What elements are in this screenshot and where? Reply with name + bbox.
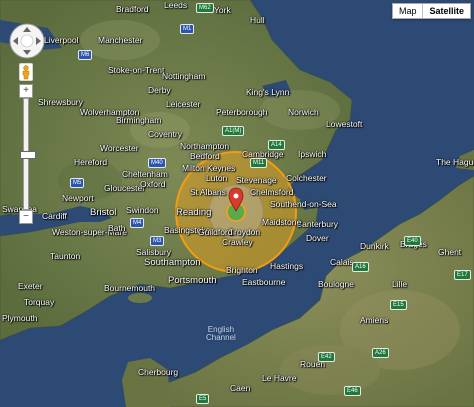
label-boulogne: Boulogne xyxy=(318,279,354,289)
label-cheltenham: Cheltenham xyxy=(122,169,168,179)
label-liverpool: Liverpool xyxy=(44,35,79,45)
label-swindon: Swindon xyxy=(126,205,159,215)
zoom-in-button[interactable]: + xyxy=(19,84,33,98)
plus-icon: + xyxy=(23,85,29,96)
label-cardiff: Cardiff xyxy=(42,211,67,221)
label-ghent: Ghent xyxy=(438,247,462,257)
label-shrewsbury: Shrewsbury xyxy=(38,97,83,107)
label-stoke: Stoke-on-Trent xyxy=(108,65,165,75)
label-lille: Lille xyxy=(392,279,408,289)
label-newport: Newport xyxy=(62,193,94,203)
label-plymouth: Plymouth xyxy=(2,313,38,323)
road-shield-m4: M4 xyxy=(130,218,145,228)
map-type-map-button[interactable]: Map xyxy=(392,4,424,18)
road-shield-m6: M6 xyxy=(78,50,93,60)
label-milton-keynes: Milton Keynes xyxy=(182,163,236,173)
label-english-channel: English Channel xyxy=(206,325,236,343)
label-maidstone: Maidstone xyxy=(262,217,302,227)
label-portsmouth: Portsmouth xyxy=(168,275,217,286)
label-lowestoft: Lowestoft xyxy=(326,119,363,129)
label-southend: Southend-on-Sea xyxy=(270,199,337,209)
label-dover: Dover xyxy=(306,233,329,243)
road-shield-a14: A14 xyxy=(268,140,285,150)
label-caen: Caen xyxy=(230,383,251,393)
pan-arrows-icon[interactable] xyxy=(8,22,46,60)
label-guildford: Guildford xyxy=(198,227,233,237)
label-leeds: Leeds xyxy=(164,0,188,10)
road-shield-m3: M3 xyxy=(150,236,165,246)
label-birmingham: Birmingham xyxy=(116,115,162,125)
label-the-hague: The Hague xyxy=(436,157,474,167)
road-shield-m1: M1 xyxy=(180,24,195,34)
road-shield-m11: M11 xyxy=(250,158,268,168)
label-worcester: Worcester xyxy=(100,143,139,153)
road-shield-m40: M40 xyxy=(148,158,166,168)
road-shield-m5: M5 xyxy=(70,178,85,188)
label-bedford: Bedford xyxy=(190,151,220,161)
map-type-satellite-button[interactable]: Satellite xyxy=(423,4,470,18)
label-nottingham: Nottingham xyxy=(162,71,206,81)
road-shield-e40: E40 xyxy=(404,236,421,246)
label-hull: Hull xyxy=(250,15,265,25)
label-exeter: Exeter xyxy=(18,281,43,291)
road-shield-a1m: A1(M) xyxy=(222,126,245,136)
label-salisbury: Salisbury xyxy=(136,247,171,257)
label-ipswich: Ipswich xyxy=(298,149,327,159)
label-gloucester: Gloucester xyxy=(104,183,146,193)
road-shield-e5: E5 xyxy=(196,394,210,404)
road-shield-e46: E46 xyxy=(344,386,361,396)
label-oxford: Oxford xyxy=(140,179,166,189)
label-derby: Derby xyxy=(148,85,171,95)
label-bournemouth: Bournemouth xyxy=(104,283,156,293)
satellite-imagery xyxy=(0,0,474,407)
label-bristol: Bristol xyxy=(90,207,117,218)
label-reading: Reading xyxy=(176,207,212,218)
road-shield-a26: A26 xyxy=(372,348,389,358)
label-calais: Calais xyxy=(330,257,354,267)
road-shield-m62: M62 xyxy=(196,3,214,13)
label-crawley: Crawley xyxy=(222,237,253,247)
map-canvas[interactable]: Leeds Bradford York Hull Liverpool Manch… xyxy=(0,0,474,407)
label-canterbury: Canterbury xyxy=(296,219,339,229)
minus-icon: − xyxy=(23,211,29,222)
label-stevenage: Stevenage xyxy=(236,175,277,185)
label-norwich: Norwich xyxy=(288,107,319,117)
label-bradford: Bradford xyxy=(116,4,149,14)
road-shield-a16: A16 xyxy=(352,262,369,272)
label-brighton: Brighton xyxy=(226,265,258,275)
road-shield-e17: E17 xyxy=(454,270,471,280)
label-peterborough: Peterborough xyxy=(216,107,268,117)
label-cherbourg: Cherbourg xyxy=(138,367,179,377)
label-hastings: Hastings xyxy=(270,261,304,271)
label-amiens: Amiens xyxy=(360,315,389,325)
label-northampton: Northampton xyxy=(180,141,230,151)
label-torquay: Torquay xyxy=(24,297,55,307)
label-southampton: Southampton xyxy=(144,257,201,268)
label-coventry: Coventry xyxy=(148,129,183,139)
label-eastbourne: Eastbourne xyxy=(242,277,286,287)
street-view-pegman-icon[interactable] xyxy=(19,63,33,81)
label-york: York xyxy=(214,5,231,15)
zoom-out-button[interactable]: − xyxy=(19,210,33,224)
label-bath: Bath xyxy=(108,223,126,233)
label-manchester: Manchester xyxy=(98,35,143,45)
road-shield-e15: E15 xyxy=(390,300,407,310)
isle-of-wight xyxy=(128,293,152,303)
label-dunkirk: Dunkirk xyxy=(360,241,389,251)
label-colchester: Colchester xyxy=(286,173,327,183)
label-hereford: Hereford xyxy=(74,157,108,167)
label-st-albans: St Albans xyxy=(190,187,226,197)
map-type-control: Map Satellite xyxy=(391,3,471,19)
label-taunton: Taunton xyxy=(50,251,81,261)
road-shield-e42: E42 xyxy=(318,352,335,362)
label-luton: Luton xyxy=(206,173,228,183)
label-chelmsford: Chelmsford xyxy=(250,187,294,197)
zoom-slider-track[interactable] xyxy=(20,98,36,210)
label-le-havre: Le Havre xyxy=(262,373,297,383)
zoom-slider-handle[interactable] xyxy=(20,151,36,159)
label-kings-lynn: King's Lynn xyxy=(246,87,290,97)
label-leicester: Leicester xyxy=(166,99,201,109)
